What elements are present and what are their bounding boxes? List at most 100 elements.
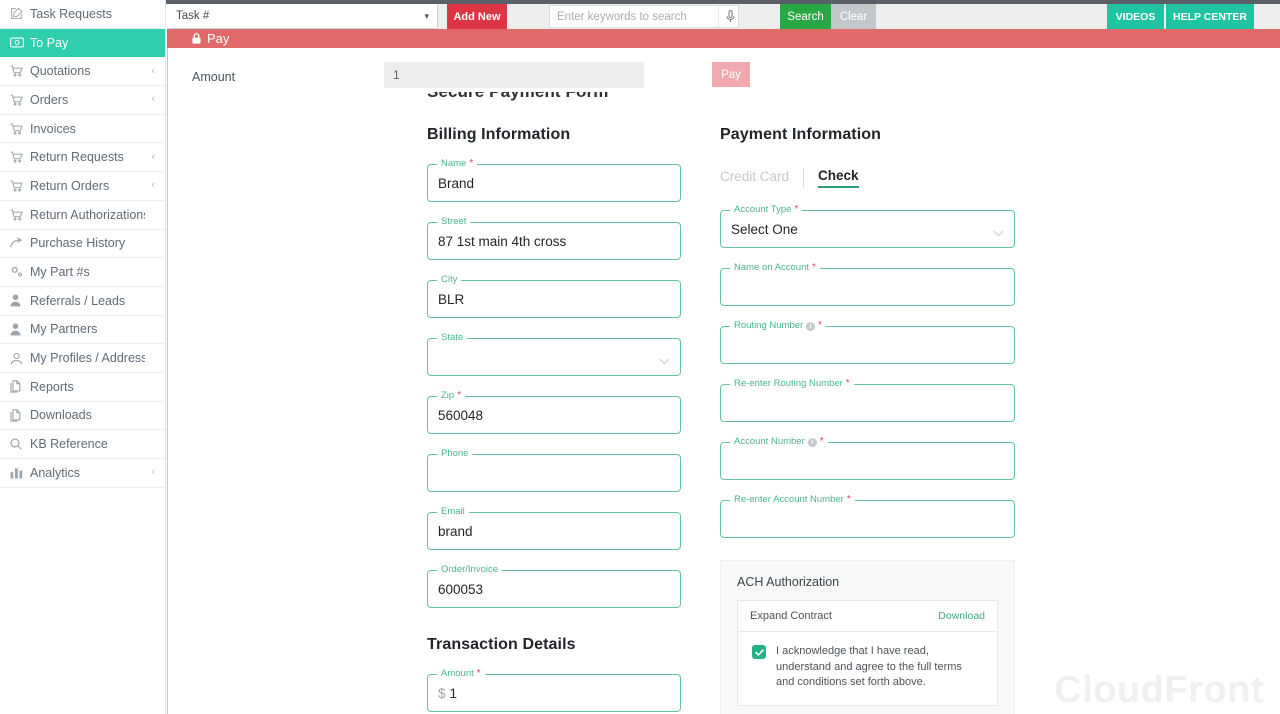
sidebar-item-kb-reference[interactable]: KB Reference bbox=[0, 430, 165, 459]
billing-state-field[interactable]: State bbox=[427, 332, 681, 376]
expand-contract-link[interactable]: Expand Contract bbox=[750, 610, 832, 622]
payment-re-enter-account-number-label: Re-enter Account Number * bbox=[730, 494, 855, 506]
sidebar-nav: Task Requests To Pay Quotations ‹ Orders ‹ Inv… bbox=[0, 0, 166, 714]
sidebar-item-return-orders[interactable]: Return Orders ‹ bbox=[0, 172, 165, 201]
billing-zip-field[interactable]: Zip * 560048 bbox=[427, 390, 681, 434]
pay-panel-body: Amount Pay Secure Payment Form Billing I… bbox=[167, 48, 1280, 714]
edit-square-icon bbox=[10, 7, 30, 20]
pay-section-header: Pay bbox=[167, 29, 1280, 48]
sidebar-item-label: My Profiles / Addresses bbox=[30, 351, 145, 366]
acknowledge-checkbox[interactable] bbox=[752, 645, 766, 659]
payment-re-enter-routing-number-label-text: Re-enter Routing Number bbox=[734, 378, 843, 389]
microphone-icon[interactable] bbox=[718, 6, 742, 27]
billing-zip-label: Zip * bbox=[437, 390, 466, 402]
sidebar-item-my-part-s[interactable]: My Part #s bbox=[0, 258, 165, 287]
sidebar-item-my-partners[interactable]: My Partners bbox=[0, 316, 165, 345]
payment-re-enter-routing-number-label: Re-enter Routing Number * bbox=[730, 378, 854, 390]
sidebar-item-label: Task Requests bbox=[30, 6, 112, 21]
cart-icon bbox=[10, 94, 30, 106]
user-circle-icon bbox=[10, 352, 30, 365]
clear-button[interactable]: Clear bbox=[831, 4, 876, 29]
add-new-button[interactable]: Add New bbox=[447, 4, 507, 29]
billing-order-invoice-field[interactable]: Order/Invoice 600053 bbox=[427, 564, 681, 608]
tab-credit-card[interactable]: Credit Card bbox=[720, 169, 789, 187]
sidebar-item-quotations[interactable]: Quotations ‹ bbox=[0, 57, 165, 87]
billing-phone-label-text: Phone bbox=[441, 448, 469, 459]
sidebar-item-return-requests[interactable]: Return Requests ‹ bbox=[0, 143, 165, 173]
ach-authorization-title: ACH Authorization bbox=[737, 575, 840, 589]
info-icon[interactable]: i bbox=[806, 321, 816, 331]
billing-state-label: State bbox=[437, 332, 468, 344]
sidebar-item-label: Referrals / Leads bbox=[30, 293, 126, 308]
billing-city-field[interactable]: City BLR bbox=[427, 274, 681, 318]
payment-name-on-account-field[interactable]: Name on Account * bbox=[720, 262, 1015, 306]
cart-icon bbox=[10, 180, 30, 192]
billing-city-value: BLR bbox=[438, 292, 465, 307]
tab-divider bbox=[803, 168, 805, 188]
billing-column: Billing Information Name * Brand Street 87 1… bbox=[427, 92, 681, 712]
payment-routing-number-label-text: Routing Number bbox=[734, 320, 804, 331]
tab-check[interactable]: Check bbox=[818, 168, 859, 188]
download-contract-link[interactable]: Download bbox=[938, 610, 985, 622]
person-icon bbox=[10, 323, 30, 336]
payment-routing-number-field[interactable]: Routing Number i * bbox=[720, 320, 1015, 364]
transaction-amount-field[interactable]: Amount * $1 bbox=[427, 668, 681, 712]
sidebar-item-label: KB Reference bbox=[30, 437, 108, 452]
help-center-button[interactable]: HELP CENTER bbox=[1166, 4, 1254, 29]
billing-name-label-text: Name bbox=[441, 158, 467, 169]
payment-account-number-field[interactable]: Account Number i * bbox=[720, 436, 1015, 480]
currency-symbol: $ bbox=[438, 686, 446, 701]
cart-icon bbox=[10, 123, 30, 135]
payment-re-enter-account-number-field[interactable]: Re-enter Account Number * bbox=[720, 494, 1015, 538]
billing-street-value: 87 1st main 4th cross bbox=[438, 234, 567, 249]
sidebar-item-to-pay[interactable]: To Pay bbox=[0, 28, 165, 58]
billing-order-invoice-value: 600053 bbox=[438, 582, 484, 597]
billing-email-field[interactable]: Email brand bbox=[427, 506, 681, 550]
billing-email-label-text: Email bbox=[441, 506, 465, 517]
sidebar-item-task-requests[interactable]: Task Requests bbox=[0, 0, 165, 29]
billing-street-label: Street bbox=[437, 216, 471, 228]
billing-phone-field[interactable]: Phone bbox=[427, 448, 681, 492]
billing-street-label-text: Street bbox=[441, 216, 467, 227]
required-asterisk: * bbox=[845, 378, 850, 389]
acknowledge-text: I acknowledge that I have read, understa… bbox=[776, 645, 962, 688]
record-type-select[interactable]: Task # ▾ bbox=[167, 4, 438, 29]
billing-city-label: City bbox=[437, 274, 462, 286]
sidebar-item-reports[interactable]: Reports bbox=[0, 373, 165, 402]
gears-icon bbox=[10, 266, 30, 278]
transaction-amount-label: Amount * bbox=[437, 668, 485, 680]
pay-section-title: Pay bbox=[207, 31, 230, 46]
billing-city-label-text: City bbox=[441, 274, 458, 285]
payment-account-type-label: Account Type * bbox=[730, 204, 803, 216]
sidebar-item-referrals-leads[interactable]: Referrals / Leads bbox=[0, 287, 165, 316]
file-copy-icon bbox=[10, 409, 30, 422]
sidebar-item-orders[interactable]: Orders ‹ bbox=[0, 86, 165, 115]
billing-name-value: Brand bbox=[438, 176, 475, 191]
sidebar-item-my-profiles-addresses[interactable]: My Profiles / Addresses bbox=[0, 344, 165, 373]
top-toolbar: Task # ▾ Add New Search Clear VIDEOS HEL… bbox=[167, 4, 1280, 29]
chevron-left-icon: ‹ bbox=[151, 64, 155, 77]
bar-chart-icon bbox=[10, 467, 30, 479]
transaction-amount-value: $1 bbox=[438, 684, 457, 703]
info-icon[interactable]: i bbox=[807, 437, 817, 447]
transaction-amount-label-text: Amount bbox=[441, 668, 474, 679]
pay-button[interactable]: Pay bbox=[712, 62, 750, 87]
cloudfront-watermark: CloudFront bbox=[1054, 669, 1264, 711]
payment-re-enter-routing-number-field[interactable]: Re-enter Routing Number * bbox=[720, 378, 1015, 422]
billing-street-field[interactable]: Street 87 1st main 4th cross bbox=[427, 216, 681, 260]
search-input[interactable] bbox=[550, 6, 718, 27]
billing-fields-group: Name * Brand Street 87 1st main 4th cross Cit… bbox=[427, 158, 681, 608]
sidebar-item-analytics[interactable]: Analytics ‹ bbox=[0, 459, 165, 488]
sidebar-item-label: Purchase History bbox=[30, 236, 126, 251]
search-button[interactable]: Search bbox=[780, 4, 831, 29]
sidebar-item-purchase-history[interactable]: Purchase History bbox=[0, 230, 165, 259]
sidebar-item-downloads[interactable]: Downloads bbox=[0, 402, 165, 431]
sidebar-item-return-authorizations[interactable]: Return Authorizations bbox=[0, 201, 165, 230]
amount-row-input[interactable] bbox=[384, 62, 644, 88]
sidebar-item-invoices[interactable]: Invoices bbox=[0, 115, 165, 144]
cart-icon bbox=[10, 65, 30, 77]
billing-name-field[interactable]: Name * Brand bbox=[427, 158, 681, 202]
required-asterisk: * bbox=[812, 262, 816, 273]
videos-button[interactable]: VIDEOS bbox=[1107, 4, 1164, 29]
payment-account-type-field[interactable]: Account Type * Select One bbox=[720, 204, 1015, 248]
